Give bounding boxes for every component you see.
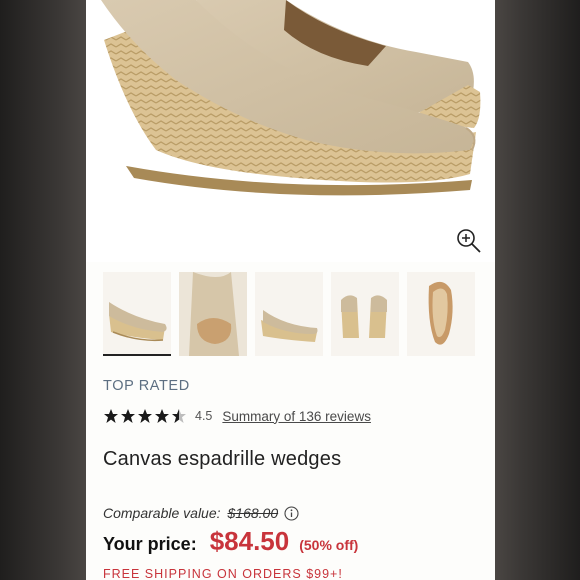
comparable-value: Comparable value: $168.00	[103, 505, 299, 521]
star-full-icon	[121, 409, 135, 423]
star-full-icon	[155, 409, 169, 423]
thumbnail-strip	[103, 272, 483, 358]
rating-stars	[103, 408, 187, 424]
top-rated-badge: TOP RATED	[103, 378, 190, 394]
star-half-icon	[172, 409, 186, 423]
rating-row: 4.5 Summary of 136 reviews	[103, 406, 371, 426]
star-full-icon	[104, 409, 118, 423]
your-price-label: Your price:	[103, 534, 197, 554]
product-title: Canvas espadrille wedges	[103, 448, 342, 470]
thumbnail-sole-view[interactable]	[407, 272, 475, 356]
right-backdrop	[495, 0, 580, 580]
product-main-image[interactable]	[86, 0, 495, 262]
zoom-in-icon[interactable]	[456, 228, 482, 254]
sale-price: $84.50	[209, 526, 290, 556]
reviews-summary-link[interactable]: Summary of 136 reviews	[222, 409, 371, 424]
comparable-label: Comparable value:	[103, 505, 221, 521]
price-row: Your price: $84.50 (50% off)	[103, 526, 358, 557]
comparable-price: $168.00	[227, 505, 279, 521]
free-shipping-banner: FREE SHIPPING ON ORDERS $99+!	[103, 567, 343, 580]
left-backdrop	[0, 0, 86, 580]
thumbnail-top-view[interactable]	[179, 272, 247, 356]
thumbnail-side-view-2[interactable]	[255, 272, 323, 356]
discount-percent: (50% off)	[299, 537, 359, 553]
thumbnail-back-view[interactable]	[331, 272, 399, 356]
thumbnail-side-view[interactable]	[103, 272, 171, 356]
info-icon[interactable]	[284, 505, 299, 521]
star-full-icon	[138, 409, 152, 423]
rating-value: 4.5	[195, 409, 213, 423]
product-card: TOP RATED 4.5 Summary of 136 reviews Can…	[86, 0, 495, 580]
